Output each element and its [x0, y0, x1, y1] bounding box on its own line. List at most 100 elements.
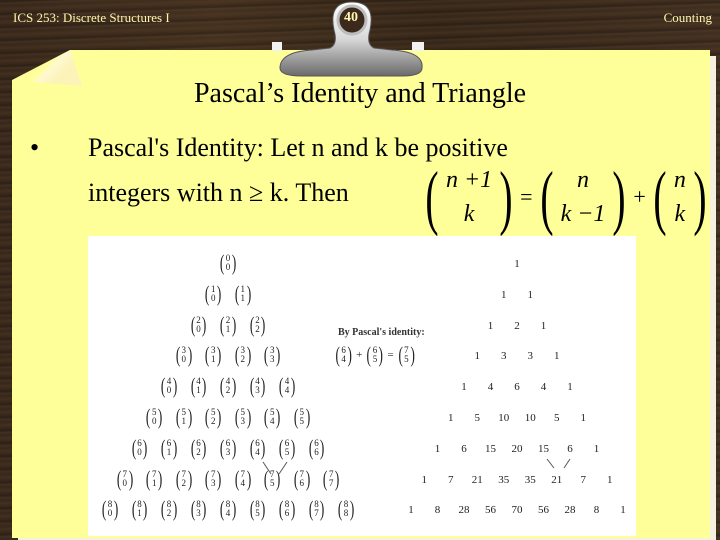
- binomial-coefficient: (8 6): [278, 496, 296, 522]
- triangle-number: 8: [434, 504, 441, 517]
- section-title: Counting: [663, 10, 712, 25]
- bullet-text-2: integers with n ≥ k. Then: [88, 178, 349, 207]
- binomial-coefficient: (3 2): [234, 342, 251, 368]
- triangle-number: 1: [448, 412, 454, 424]
- triangle-number: 4: [487, 381, 494, 394]
- binomial-coefficient: (5 4): [264, 404, 281, 429]
- binomial-term1: ( nk −1 ): [539, 157, 627, 237]
- binomial-coefficient: (7 6): [293, 465, 310, 491]
- triangle-number: 1: [421, 473, 428, 486]
- term2-top: n: [673, 167, 686, 193]
- triangle-number: 3: [527, 350, 534, 363]
- binomial-coefficient: (8 3): [190, 496, 207, 522]
- equals-sign: =: [520, 184, 533, 209]
- binomial-coefficient: (7 2): [175, 465, 192, 491]
- binomial-coefficient: (3 3): [264, 342, 281, 368]
- binomial-coefficient: (6 1): [160, 434, 178, 460]
- binomial-coefficient: (5 1): [175, 404, 192, 429]
- pascal-identity-formula: ( n +1 k ) = ( nk −1 ) + ( nk ): [420, 158, 712, 236]
- binomial-coefficient: (4 0): [160, 373, 178, 399]
- binomial-coefficient: (4 2): [219, 373, 237, 399]
- binomial-term2: ( nk ): [653, 157, 707, 237]
- binomial-coefficient: (8 0): [101, 496, 119, 522]
- triangle-number: 1: [434, 442, 441, 455]
- binomial-coefficient: (5 0): [146, 404, 163, 429]
- binomial-coefficient: (2 1): [219, 311, 237, 337]
- course-title: ICS 253: Discrete Structures I: [13, 10, 170, 25]
- triangle-number: 1: [487, 319, 494, 332]
- binomial-coefficient: (5 3): [234, 404, 251, 429]
- binomial-coefficient: (8 8): [337, 496, 355, 522]
- binomial-coefficient: (4 3): [249, 373, 266, 399]
- triangle-number: 1: [514, 258, 520, 270]
- binomial-coefficient: (3 0): [175, 342, 192, 368]
- lhs-top: n +1: [445, 167, 493, 193]
- binomial-coefficient: (7 7): [323, 465, 340, 491]
- triangle-number: 1: [408, 504, 414, 517]
- binomial-coefficient: (4 1): [190, 373, 207, 399]
- triangle-number: 1: [554, 350, 560, 363]
- triangle-number: 10: [498, 412, 510, 424]
- triangle-number: 1: [580, 412, 587, 424]
- triangle-number: 7: [580, 473, 587, 486]
- binomial-coefficient: (2 2): [249, 311, 266, 337]
- triangle-number: 56: [485, 504, 496, 517]
- plus-sign: +: [633, 184, 646, 209]
- lhs-bottom: k: [463, 201, 475, 227]
- triangle-number: 70: [511, 504, 523, 517]
- triangle-number: 1: [567, 381, 573, 394]
- binomial-coefficient: (2 0): [190, 311, 207, 337]
- triangle-number: 6: [567, 442, 573, 455]
- triangle-number: 6: [514, 381, 520, 394]
- triangle-number: 6: [461, 442, 467, 455]
- binomial-coefficient: (0 0): [219, 250, 237, 275]
- bullet-marker: •: [30, 133, 40, 162]
- binomial-coefficient: (7 0): [116, 465, 133, 491]
- binomial-coefficient: (7 5): [264, 465, 281, 491]
- triangle-number: 56: [538, 504, 549, 517]
- binomial-coefficient: (7 1): [146, 465, 163, 491]
- term1-top: n: [577, 167, 589, 193]
- binomial-coefficient: (7 3): [205, 465, 222, 491]
- triangle-number: 28: [564, 504, 576, 517]
- binomial-coefficient: (8 5): [249, 496, 266, 522]
- pascal-triangle-figure: By Pascal's identity: (6 4) + (6 5) = (7 5)…: [88, 236, 636, 536]
- triangle-number: 35: [524, 473, 536, 486]
- triangle-number: 5: [554, 412, 560, 424]
- binomial-coefficient: (6 5): [278, 434, 296, 460]
- triangle-number: 1: [620, 504, 626, 517]
- binomial-coefficient: (8 2): [160, 496, 178, 522]
- slide-title: Pascal’s Identity and Triangle: [193, 78, 527, 109]
- triangle-number: 1: [527, 288, 534, 301]
- binomial-coefficient: (7 4): [234, 465, 251, 491]
- binomial-coefficient: (6 4): [249, 434, 266, 460]
- triangle-number: 1: [461, 381, 467, 394]
- triangle-number: 2: [514, 319, 520, 332]
- triangle-number: 1: [474, 350, 481, 363]
- triangle-number: 10: [524, 412, 536, 424]
- binomial-coefficient: (6 2): [190, 434, 207, 460]
- triangle-number: 21: [471, 473, 483, 486]
- binomial-coefficient: (8 1): [131, 496, 148, 522]
- triangle-number: 1: [593, 442, 600, 455]
- triangle-number: 28: [458, 504, 470, 517]
- binomial-coefficient: (8 4): [219, 496, 237, 522]
- triangle-number: 3: [501, 350, 507, 363]
- binomial-coefficient: (6 0): [131, 434, 148, 460]
- binomial-coefficient: (5 5): [293, 404, 310, 429]
- binomial-coefficient: (6 6): [308, 434, 325, 460]
- binomial-coefficient: (1 0): [205, 280, 222, 306]
- term1-bottom: k −1: [560, 201, 606, 227]
- triangle-number: 1: [607, 473, 613, 486]
- triangle-number: 7: [448, 473, 454, 486]
- triangle-number: 15: [485, 442, 496, 455]
- triangle-number: 1: [501, 288, 507, 301]
- triangle-number: 15: [538, 442, 549, 455]
- triangle-number: 1: [540, 319, 547, 332]
- triangle-number: 35: [498, 473, 510, 486]
- binomial-lhs: ( n +1 k ): [425, 157, 513, 237]
- binomial-coefficient: (4 4): [278, 373, 296, 399]
- triangle-number: 8: [593, 504, 600, 517]
- triangle-number: 20: [511, 442, 523, 455]
- binomial-coefficient: (1 1): [234, 280, 251, 306]
